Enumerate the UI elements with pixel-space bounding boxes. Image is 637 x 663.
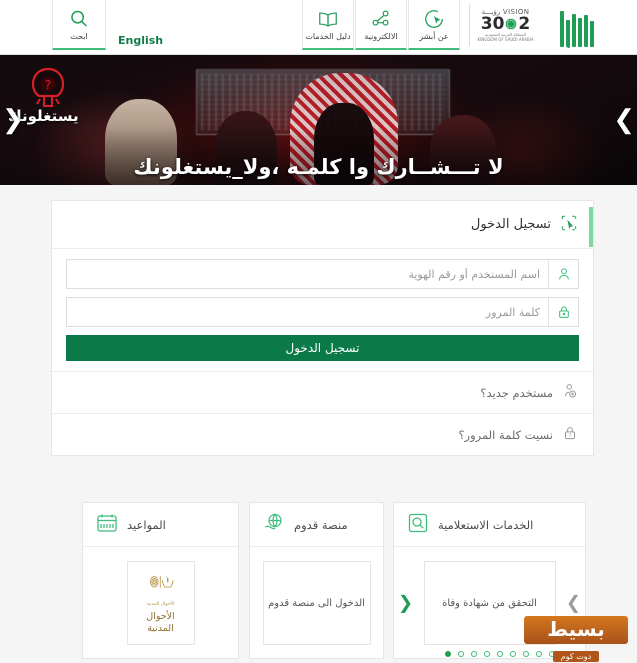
username-field[interactable] [66, 259, 579, 289]
absher-brand-logo[interactable] [553, 3, 601, 48]
carousel-dot[interactable] [471, 651, 477, 657]
civil-affairs-emblem-label: الأحوال المدنية [146, 601, 175, 607]
book-icon [317, 8, 339, 30]
magnifier-box-icon [406, 511, 430, 539]
card-qudum-body: الدخول الى منصة قدوم [250, 547, 383, 659]
search-button[interactable]: ابحث [52, 0, 106, 50]
login-card: تسجيل الدخول تسجيل الدخول [51, 200, 594, 456]
card-appointments-body: الأحوال المدنية الأحوال المدنية [83, 547, 238, 659]
nav-about-absher-label: عن أبشر [419, 31, 449, 41]
forgot-password-row[interactable]: ? نسيت كلمة المرور؟ [52, 413, 593, 455]
card-appointments: المواعيد الأحوال المدنية الأحوال المدنية [82, 502, 239, 659]
svg-text:?: ? [45, 78, 51, 92]
cursor-circle-icon [423, 8, 445, 30]
tile-death-certificate-label: التحقق من شهادة وفاة [442, 597, 537, 609]
svg-text:?: ? [569, 433, 572, 439]
password-input[interactable] [67, 299, 548, 325]
nav-services-guide-label: دليل الخدمات [305, 31, 351, 41]
nav-about-absher[interactable]: عن أبشر [408, 0, 460, 50]
info-next-arrow[interactable]: ❯ [566, 593, 581, 614]
watermark-sub: دوت كوم [552, 651, 600, 662]
vision-flower-icon [505, 18, 518, 31]
site-header: VISION رؤيـــة 2 30 المملكة العربية السع… [0, 0, 637, 55]
card-appointments-header: المواعيد [83, 503, 238, 547]
vision-year-part1: 2 [518, 13, 531, 34]
card-qudum-title: منصة قدوم [294, 517, 348, 532]
password-field[interactable] [66, 297, 579, 327]
card-appointments-title: المواعيد [127, 517, 166, 532]
card-informational-title: الخدمات الاستعلامية [438, 517, 534, 532]
info-prev-arrow[interactable]: ❮ [398, 593, 413, 614]
user-add-icon [561, 382, 579, 404]
user-icon [548, 260, 578, 288]
watermark: بسيط دوت كوم [524, 616, 628, 663]
vision-year-part2: 30 [480, 13, 505, 34]
banner-next-arrow[interactable]: ❯ [613, 107, 635, 133]
tile-civil-affairs-label: الأحوال المدنية [146, 610, 175, 634]
civil-affairs-emblem-icon [146, 571, 176, 597]
card-qudum-header: منصة قدوم [250, 503, 383, 547]
nav-electronic-services[interactable]: الالكترونية [355, 0, 407, 50]
tile-qudum-label: الدخول الى منصة قدوم [268, 597, 365, 609]
card-informational-header: الخدمات الاستعلامية [394, 503, 585, 547]
tile-civil-affairs[interactable]: الأحوال المدنية الأحوال المدنية [126, 561, 195, 645]
carousel-dot[interactable] [484, 651, 490, 657]
vision-2030-logo: VISION رؤيـــة 2 30 المملكة العربية السع… [469, 4, 541, 46]
login-accent-bar [589, 207, 593, 247]
share-network-icon [370, 8, 392, 30]
username-input[interactable] [67, 261, 548, 287]
watermark-main: بسيط [524, 616, 628, 644]
awareness-banner[interactable]: ? يستغلونك لا تـــشــارك وا كلمـه ،ولا_ي… [0, 55, 637, 185]
forgot-password-label: نسيت كلمة المرور؟ [458, 427, 553, 442]
search-button-label: ابحث [70, 31, 88, 41]
nav-services-guide[interactable]: دليل الخدمات [302, 0, 354, 50]
carousel-dot[interactable] [497, 651, 503, 657]
search-icon [68, 8, 90, 30]
vision-sub-en: KINGDOM OF SAUDI ARABIA [477, 36, 534, 42]
login-card-body: تسجيل الدخول [52, 249, 593, 361]
calendar-icon [95, 511, 119, 539]
login-title: تسجيل الدخول [470, 217, 551, 232]
banner-headline: لا تـــشــارك وا كلمـه ،ولا_يستغلونك [133, 155, 504, 179]
carousel-dot[interactable] [510, 651, 516, 657]
lock-question-icon: ? [561, 424, 579, 446]
login-card-header: تسجيل الدخول [52, 201, 593, 249]
language-switch-english[interactable]: English [118, 34, 163, 47]
carousel-dot[interactable] [445, 651, 451, 657]
login-cursor-icon [559, 213, 579, 237]
card-qudum-platform: منصة قدوم الدخول الى منصة قدوم [249, 502, 384, 659]
nav-electronic-services-label: الالكترونية [364, 31, 398, 41]
lock-icon [548, 298, 578, 326]
banner-prev-arrow[interactable]: ❮ [2, 107, 24, 133]
tile-qudum-entry[interactable]: الدخول الى منصة قدوم [262, 561, 371, 645]
login-submit-button[interactable]: تسجيل الدخول [66, 335, 579, 361]
new-user-row[interactable]: مستخدم جديد؟ [52, 371, 593, 413]
globe-hand-icon [262, 511, 286, 539]
new-user-label: مستخدم جديد؟ [480, 385, 553, 400]
carousel-dot[interactable] [458, 651, 464, 657]
